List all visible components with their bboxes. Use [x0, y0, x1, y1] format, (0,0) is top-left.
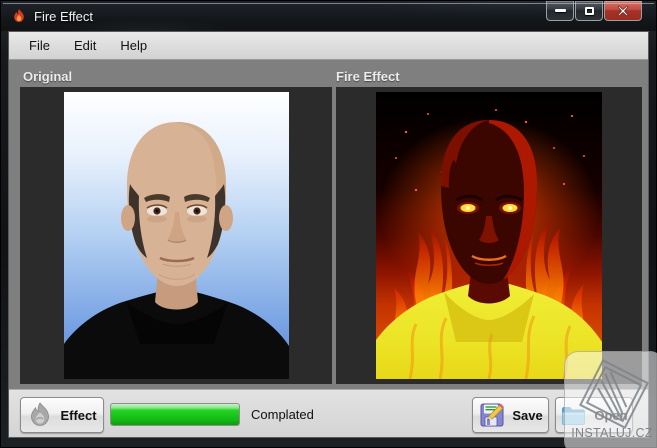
effect-button[interactable]: Effect	[20, 397, 104, 433]
minimize-button[interactable]	[546, 1, 574, 21]
effect-button-label: Effect	[60, 408, 96, 423]
minimize-icon	[555, 9, 566, 12]
menu-file[interactable]: File	[17, 34, 62, 57]
progress-status-text: Complated	[251, 390, 314, 438]
save-button-label: Save	[512, 408, 542, 423]
window-controls	[545, 1, 642, 21]
save-button[interactable]: Save	[472, 397, 549, 433]
maximize-icon	[585, 7, 594, 15]
window-frame: Fire Effect File Edit	[0, 0, 657, 448]
fire-effect-image	[376, 92, 602, 379]
progress-bar	[110, 403, 240, 426]
original-portrait-image	[64, 92, 289, 379]
watermark-text: INSTALUJ.CZ	[567, 426, 657, 440]
fire-effect-image-panel	[336, 87, 642, 384]
titlebar[interactable]: Fire Effect	[1, 1, 656, 31]
menu-help[interactable]: Help	[108, 34, 159, 57]
original-panel-label: Original	[23, 69, 72, 84]
maximize-button[interactable]	[575, 1, 603, 21]
instaluj-logo-icon	[575, 358, 653, 430]
window-title: Fire Effect	[34, 9, 93, 24]
flame-app-icon	[11, 8, 27, 24]
close-button[interactable]	[604, 1, 642, 21]
menu-edit[interactable]: Edit	[62, 34, 108, 57]
save-floppy-icon	[478, 402, 505, 429]
app-window: Fire Effect File Edit	[0, 0, 657, 448]
fire-effect-panel-label: Fire Effect	[336, 69, 400, 84]
menubar: File Edit Help	[9, 32, 648, 60]
close-icon	[617, 5, 629, 17]
content-area: Original Fire Effect	[9, 60, 648, 389]
original-image-panel	[20, 87, 332, 384]
flame-effect-icon	[27, 402, 53, 428]
client-area: File Edit Help Original Fire Effect	[8, 31, 649, 438]
progress-fill	[111, 404, 239, 425]
bottom-toolbar: Effect Complated	[9, 389, 648, 437]
instaluj-watermark: INSTALUJ.CZ	[564, 351, 657, 448]
